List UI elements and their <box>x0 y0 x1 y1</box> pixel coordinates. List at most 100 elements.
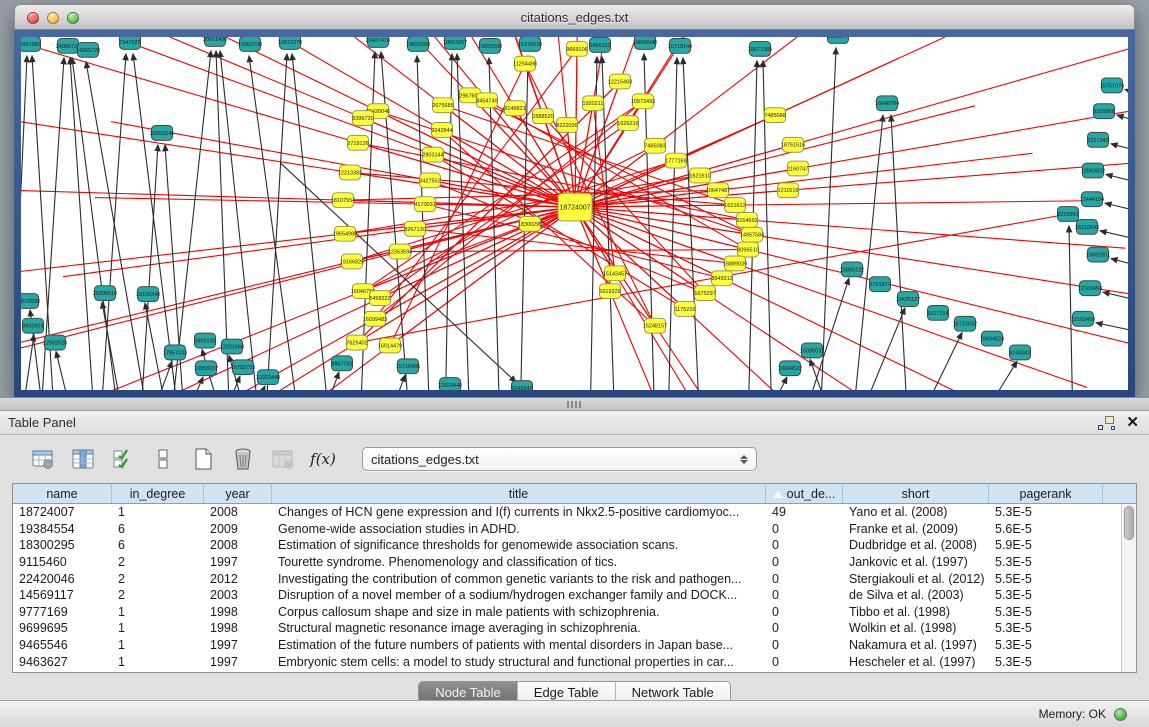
window-titlebar[interactable]: citations_edges.txt <box>14 4 1135 30</box>
graph-edge[interactable] <box>760 377 787 390</box>
float-panel-icon[interactable] <box>1098 416 1114 430</box>
function-builder-button[interactable]: f(x) <box>308 444 338 474</box>
table-cell[interactable]: 0 <box>766 587 843 604</box>
create-table-button[interactable] <box>188 444 218 474</box>
graph-edge[interactable] <box>1106 174 1128 190</box>
row-height-button[interactable] <box>148 444 178 474</box>
graph-edge[interactable] <box>1111 258 1128 274</box>
graph-edge[interactable] <box>21 207 575 292</box>
table-cell[interactable]: 0 <box>766 554 843 571</box>
graph-edge[interactable] <box>100 54 126 390</box>
table-cell[interactable]: Dudbridge et al. (2008) <box>843 537 989 554</box>
panel-divider[interactable] <box>0 397 1149 411</box>
table-cell[interactable]: Franke et al. (2009) <box>843 521 989 538</box>
graph-edge[interactable] <box>975 361 1017 390</box>
column-header-year[interactable]: year <box>204 484 272 503</box>
table-cell[interactable]: 2008 <box>204 504 272 521</box>
close-window-button[interactable] <box>27 12 39 24</box>
table-cell[interactable]: Changes of HCN gene expression and I(f) … <box>272 504 766 521</box>
table-cell[interactable]: 2012 <box>204 570 272 587</box>
table-cell[interactable]: 9699695 <box>13 620 112 637</box>
graph-edge[interactable] <box>249 56 300 390</box>
table-cell[interactable]: 5.3E-5 <box>989 604 1103 621</box>
table-selector-dropdown[interactable]: citations_edges.txt <box>362 447 757 471</box>
graph-edge[interactable] <box>443 105 735 205</box>
table-cell[interactable]: 5.3E-5 <box>989 637 1103 654</box>
table-cell[interactable]: 2008 <box>204 537 272 554</box>
table-cell[interactable]: 1997 <box>204 653 272 670</box>
graph-edge[interactable] <box>575 37 1128 207</box>
select-rows-check-button[interactable] <box>108 444 138 474</box>
table-row[interactable]: 2242004622012Investigating the contribut… <box>13 570 1136 587</box>
table-cell[interactable]: Estimation of the future numbers of pati… <box>272 637 766 654</box>
delete-table-button[interactable] <box>228 444 258 474</box>
graph-edge[interactable] <box>1105 203 1128 219</box>
graph-edge[interactable] <box>1069 226 1073 390</box>
network-canvas[interactable]: 1872400729676082675685845474991468211588… <box>21 37 1128 390</box>
table-cell[interactable]: 5.9E-5 <box>989 537 1103 554</box>
table-cell[interactable]: 0 <box>766 604 843 621</box>
table-cell[interactable]: 1 <box>112 504 204 521</box>
table-cell[interactable]: 19384554 <box>13 521 112 538</box>
column-header-name[interactable]: name <box>13 484 112 503</box>
table-cell[interactable]: Wolkin et al. (1998) <box>843 620 989 637</box>
table-cell[interactable]: 0 <box>766 537 843 554</box>
table-cell[interactable]: 9115460 <box>13 554 112 571</box>
graph-edge[interactable] <box>1100 231 1128 247</box>
graph-edge[interactable] <box>820 48 836 390</box>
graph-edge[interactable] <box>1111 144 1128 160</box>
table-cell[interactable]: Disruption of a novel member of a sodium… <box>272 587 766 604</box>
table-cell[interactable]: 0 <box>766 570 843 587</box>
table-cell[interactable]: 0 <box>766 637 843 654</box>
table-cell[interactable]: Tourette syndrome. Phenomenology and cla… <box>272 554 766 571</box>
table-cell[interactable]: 5.3E-5 <box>989 504 1103 521</box>
divider-grip-icon[interactable] <box>567 401 583 408</box>
table-cell[interactable]: Structural magnetic resonance image aver… <box>272 620 766 637</box>
table-row[interactable]: 977716911998Corpus callosum shape and si… <box>13 604 1136 621</box>
graph-edge[interactable] <box>21 56 27 390</box>
table-cell[interactable]: 22420046 <box>13 570 112 587</box>
table-cell[interactable]: 1 <box>112 653 204 670</box>
table-cell[interactable]: Jankovic et al. (1997) <box>843 554 989 571</box>
table-cell[interactable]: Corpus callosum shape and size in male p… <box>272 604 766 621</box>
table-cell[interactable]: 18300295 <box>13 537 112 554</box>
table-cell[interactable]: 2009 <box>204 521 272 538</box>
zoom-window-button[interactable] <box>67 12 79 24</box>
table-cell[interactable]: Nakamura et al. (1997) <box>843 637 989 654</box>
column-header-in_degree[interactable]: in_degree <box>112 484 204 503</box>
table-cell[interactable]: 1997 <box>204 637 272 654</box>
table-cell[interactable]: Investigating the contribution of common… <box>272 570 766 587</box>
citation-network-graph[interactable]: 1872400729676082675685845474991468211588… <box>21 37 1128 390</box>
close-panel-icon[interactable]: ✕ <box>1126 416 1139 430</box>
table-cell[interactable]: Hescheler et al. (1997) <box>843 653 989 670</box>
graph-edge[interactable] <box>1125 89 1128 105</box>
table-cell[interactable]: 1998 <box>204 620 272 637</box>
table-cell[interactable]: 6 <box>112 537 204 554</box>
scrollbar-thumb[interactable] <box>1124 506 1134 540</box>
column-header-title[interactable]: title <box>272 484 766 503</box>
table-cell[interactable]: 5.3E-5 <box>989 587 1103 604</box>
minimize-window-button[interactable] <box>47 12 59 24</box>
graph-edge[interactable] <box>265 54 287 390</box>
table-cell[interactable]: Stergiakouli et al. (2012) <box>843 570 989 587</box>
table-cell[interactable]: 18724007 <box>13 504 112 521</box>
table-cell[interactable]: Yano et al. (2008) <box>843 504 989 521</box>
table-row[interactable]: 1938455462009Genome-wide association stu… <box>13 521 1136 538</box>
table-cell[interactable]: 0 <box>766 653 843 670</box>
table-cell[interactable]: 2 <box>112 587 204 604</box>
column-header-out_de[interactable]: out_de... <box>766 484 843 503</box>
table-cell[interactable]: 9777169 <box>13 604 112 621</box>
column-header-short[interactable]: short <box>843 484 989 503</box>
graph-edge[interactable] <box>133 54 180 390</box>
table-cell[interactable]: 14569117 <box>13 587 112 604</box>
table-row[interactable]: 1830029562008Estimation of significance … <box>13 537 1136 554</box>
table-cell[interactable]: 5.6E-5 <box>989 521 1103 538</box>
table-cell[interactable]: Embryonic stem cells: a model to study s… <box>272 653 766 670</box>
table-cell[interactable]: 5.5E-5 <box>989 570 1103 587</box>
table-cell[interactable]: 49 <box>766 504 843 521</box>
table-cell[interactable]: 2 <box>112 570 204 587</box>
table-cell[interactable]: Estimation of significance thresholds fo… <box>272 537 766 554</box>
graph-edge[interactable] <box>575 37 1128 207</box>
table-cell[interactable]: 2 <box>112 554 204 571</box>
table-cell[interactable]: 0 <box>766 521 843 538</box>
